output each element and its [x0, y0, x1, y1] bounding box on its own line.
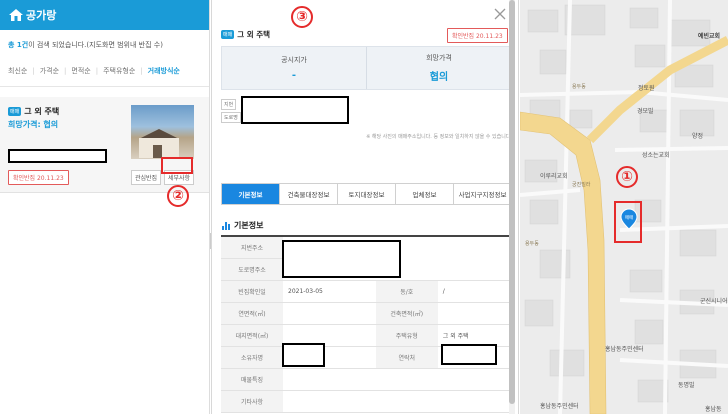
cell-label: 동/호	[375, 280, 438, 303]
table-row: 기타사항	[221, 390, 512, 413]
cell-label: 소유자명	[221, 346, 283, 369]
price-summary: 공시지가 - 희망가격 협의	[221, 46, 512, 90]
map-label: 경모빌	[637, 108, 654, 115]
map-label: 성소는교회	[642, 152, 670, 159]
map-label: 궁진밀라	[572, 182, 591, 188]
road-tag: 도로명	[221, 112, 241, 123]
map-label: 이루리교회	[540, 173, 568, 180]
cell-value	[283, 368, 512, 391]
map-label: 군신시니어클럽	[700, 298, 728, 305]
sort-options: 최신순 | 가격순 | 면적순 | 주택유형순 | 거래방식순	[0, 56, 209, 87]
cell-label: 지번주소	[221, 236, 283, 259]
card-title: 그 외 주택	[24, 107, 60, 116]
modal-scrollbar-thumb[interactable]	[509, 0, 515, 404]
sort-area[interactable]: 면적순	[71, 66, 90, 76]
cell-label: 기타사항	[221, 390, 283, 413]
cell-label: 대지면적(㎡)	[221, 324, 283, 347]
listing-panel: 공가랑 총 1건이 검색 되었습니다.(지도화면 범위내 반집 수) 최신순 | …	[0, 0, 210, 414]
house-photo	[131, 105, 194, 159]
map-label: 용두동	[525, 241, 539, 247]
annotation-number-2: ②	[167, 185, 189, 207]
cell-label: 매물특징	[221, 368, 283, 391]
map-label: 홍남동	[705, 406, 722, 413]
annotation-number-1: ①	[616, 166, 638, 188]
sort-trade-type[interactable]: 거래방식순	[148, 66, 180, 76]
card-heading: 매매 그 외 주택	[8, 106, 59, 117]
jibun-tag: 지번	[221, 99, 237, 110]
bar-chart-icon	[222, 221, 230, 230]
map-label: 용두동	[572, 84, 586, 90]
cell-label: 주택유형	[375, 324, 438, 347]
redacted-address	[8, 149, 107, 163]
tab-project-zone[interactable]: 사업지구지정정보	[453, 184, 511, 204]
confirm-date-value: 2021-03-05	[283, 280, 376, 303]
redacted-detail-address	[241, 96, 349, 124]
detail-tabs: 기본정보 건축물대장정보 토지대장정보 업체정보 사업지구지정정보	[221, 183, 512, 205]
table-row: 빈집확인일 2021-03-05 동/호 /	[221, 280, 512, 303]
desired-price: 희망가격 협의	[366, 47, 511, 89]
section-title: 기본정보	[222, 220, 263, 231]
sort-price[interactable]: 가격순	[40, 66, 59, 76]
app-logo-text: 공가랑	[26, 9, 57, 22]
tab-land-register[interactable]: 토지대장정보	[337, 184, 395, 204]
detail-confirm-badge: 확인반집 20.11.23	[447, 28, 508, 43]
cell-label: 연락처	[375, 346, 438, 369]
annotation-number-3: ③	[291, 6, 313, 28]
tab-basic-info[interactable]: 기본정보	[222, 184, 279, 204]
table-row: 연면적(㎡) 건축면적(㎡)	[221, 302, 512, 325]
redacted-contact	[441, 344, 497, 365]
map-label: 동명빌	[678, 382, 695, 389]
dong-value: /	[437, 280, 512, 303]
cell-label: 도로명주소	[221, 258, 283, 281]
redacted-table-address	[282, 240, 401, 278]
close-icon[interactable]	[492, 6, 508, 22]
app-logo[interactable]: 공가랑	[8, 7, 56, 23]
listing-card[interactable]: 매매 그 외 주택 희망가격: 협의 확인반집 20.11.23 관심반집 세부…	[0, 97, 209, 193]
cell-value	[283, 390, 512, 413]
house-logo-icon	[8, 8, 24, 22]
interest-button[interactable]: 관심반집	[131, 170, 162, 185]
map-label: 정토원	[638, 85, 655, 92]
map-label: 양정	[692, 133, 704, 140]
table-row: 대지면적(㎡) 주택유형 그 외 주택	[221, 324, 512, 347]
cell-value	[283, 302, 376, 325]
map-label: 예빈교회	[698, 33, 721, 40]
tab-company-info[interactable]: 업체정보	[395, 184, 453, 204]
house-type-value: 그 외 주택	[437, 324, 512, 347]
result-summary: 총 1건이 검색 되었습니다.(지도화면 범위내 반집 수)	[0, 30, 209, 56]
annotation-box-map-pin	[614, 201, 642, 243]
detail-modal: 매매 그 외 주택 확인반집 20.11.23 공시지가 - 희망가격 협의 지…	[211, 0, 519, 414]
redacted-owner-name	[282, 343, 325, 367]
detail-title: 그 외 주택	[237, 30, 271, 39]
cell-label: 연면적(㎡)	[221, 302, 283, 325]
annotation-box-detail-button	[161, 157, 193, 174]
sort-latest[interactable]: 최신순	[8, 66, 27, 76]
tab-building-register[interactable]: 건축물대장정보	[279, 184, 337, 204]
cell-label: 빈집확인일	[221, 280, 283, 303]
address-notice: ※ 해당 사진의 매매주소입니다. 등 정보와 일치하지 않을 수 있습니다.	[366, 134, 512, 140]
map-label: 홍남동주민센터	[540, 403, 579, 410]
detail-heading: 매매 그 외 주택	[221, 29, 270, 40]
table-row: 매물특징	[221, 368, 512, 391]
app-header: 공가랑	[0, 0, 209, 30]
public-land-price: 공시지가 -	[281, 56, 307, 81]
card-price: 희망가격: 협의	[8, 120, 59, 129]
sort-house-type[interactable]: 주택유형순	[103, 66, 135, 76]
trade-tag: 매매	[8, 107, 22, 116]
cell-label: 건축면적(㎡)	[375, 302, 438, 325]
detail-trade-tag: 매매	[221, 30, 235, 39]
cell-value	[437, 302, 512, 325]
result-text: 이 검색 되었습니다.(지도화면 범위내 반집 수)	[28, 41, 163, 49]
map-label: 홍남동주민센터	[605, 346, 644, 353]
result-count: 총 1건	[8, 41, 29, 49]
confirm-date-badge: 확인반집 20.11.23	[8, 170, 69, 185]
